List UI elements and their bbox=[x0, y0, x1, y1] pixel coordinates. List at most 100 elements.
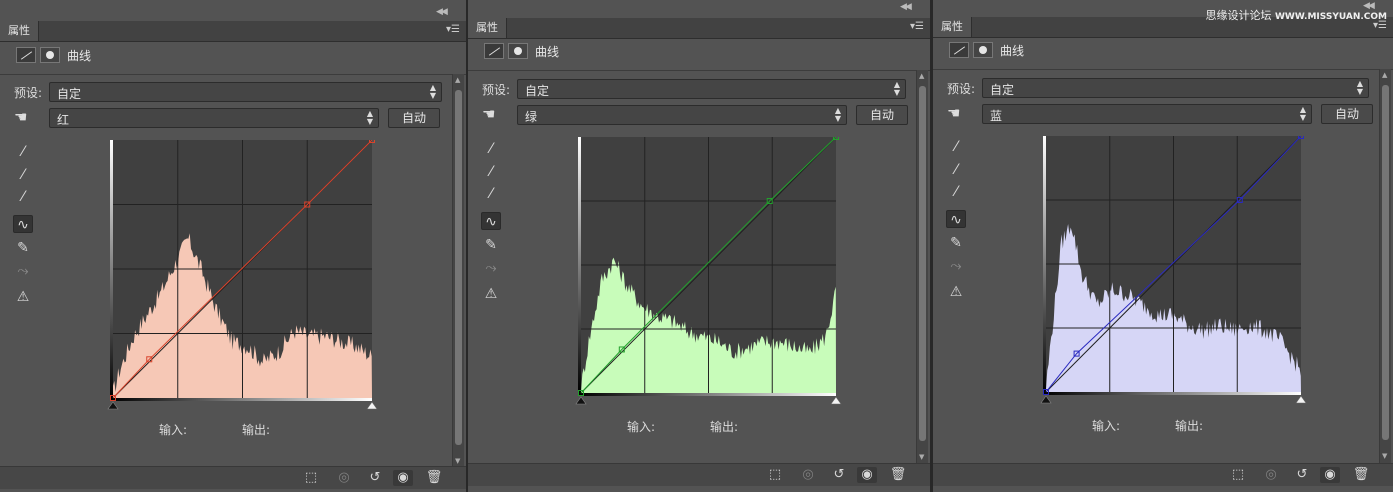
smooth-curve-icon[interactable]: ⤳ bbox=[481, 259, 501, 277]
scroll-up-arrow-icon[interactable]: ▲ bbox=[1382, 71, 1387, 79]
adjustment-title: 曲线 bbox=[1000, 44, 1025, 58]
scrollbar-thumb[interactable] bbox=[919, 86, 926, 441]
smooth-curve-icon[interactable]: ⤳ bbox=[13, 262, 33, 280]
white-point-eyedropper-icon[interactable]: ⁄ bbox=[946, 183, 966, 201]
mask-icon[interactable] bbox=[508, 43, 528, 59]
gray-point-eyedropper-icon[interactable]: ⁄ bbox=[481, 163, 501, 181]
targeted-adjustment-hand-icon[interactable]: ☚ bbox=[947, 104, 960, 122]
channel-dropdown[interactable]: 红 ▲ ▼ bbox=[49, 108, 379, 128]
edit-curve-points-icon[interactable]: ∿ bbox=[481, 212, 501, 230]
view-previous-state-icon[interactable]: ◎ bbox=[1261, 467, 1281, 483]
output-gradient-bar bbox=[110, 140, 113, 398]
header-divider bbox=[468, 70, 930, 71]
preset-dropdown[interactable]: 自定 ▲ ▼ bbox=[49, 82, 442, 102]
trash-icon[interactable]: 🗑 bbox=[424, 470, 444, 486]
visibility-eye-icon[interactable]: ◉ bbox=[857, 467, 877, 483]
auto-button[interactable]: 自动 bbox=[1321, 104, 1373, 124]
clip-to-layer-icon[interactable]: ⬚ bbox=[765, 467, 785, 483]
curves-icon[interactable] bbox=[484, 43, 504, 59]
input-label: 输入: bbox=[627, 420, 656, 434]
gray-point-eyedropper-icon[interactable]: ⁄ bbox=[13, 166, 33, 184]
black-point-eyedropper-icon[interactable]: ⁄ bbox=[13, 143, 33, 161]
black-point-slider[interactable] bbox=[575, 396, 587, 405]
curves-icon[interactable] bbox=[16, 47, 36, 63]
gray-point-eyedropper-icon[interactable]: ⁄ bbox=[946, 161, 966, 179]
mask-icon[interactable] bbox=[973, 42, 993, 58]
vertical-scrollbar[interactable]: ▲ ▼ bbox=[1379, 69, 1391, 464]
scroll-down-arrow-icon[interactable]: ▼ bbox=[455, 457, 460, 465]
white-point-slider[interactable] bbox=[366, 401, 378, 410]
watermark-site-name: 思缘设计论坛 bbox=[1205, 9, 1272, 22]
preset-dropdown[interactable]: 自定 ▲ ▼ bbox=[982, 78, 1369, 98]
scroll-down-arrow-icon[interactable]: ▼ bbox=[919, 453, 924, 461]
preset-label: 预设: bbox=[947, 82, 976, 96]
input-gradient-bar bbox=[111, 398, 372, 401]
curves-icon[interactable] bbox=[949, 42, 969, 58]
clip-to-layer-icon[interactable]: ⬚ bbox=[301, 470, 321, 486]
pencil-draw-icon[interactable]: ✎ bbox=[481, 236, 501, 254]
black-point-eyedropper-icon[interactable]: ⁄ bbox=[481, 140, 501, 158]
watermark-text: 思缘设计论坛 WWW.MISSYUAN.COM bbox=[1205, 7, 1387, 23]
vertical-scrollbar[interactable]: ▲ ▼ bbox=[452, 74, 464, 469]
scroll-down-arrow-icon[interactable]: ▼ bbox=[1382, 452, 1387, 460]
smooth-curve-icon[interactable]: ⤳ bbox=[946, 257, 966, 275]
scroll-up-arrow-icon[interactable]: ▲ bbox=[919, 72, 924, 80]
black-point-slider[interactable] bbox=[1040, 395, 1052, 404]
reset-icon[interactable]: ↺ bbox=[829, 467, 849, 483]
black-point-slider[interactable] bbox=[107, 401, 119, 410]
view-previous-state-icon[interactable]: ◎ bbox=[798, 467, 818, 483]
auto-button[interactable]: 自动 bbox=[856, 105, 908, 125]
scrollbar-thumb[interactable] bbox=[455, 90, 462, 445]
view-previous-state-icon[interactable]: ◎ bbox=[334, 470, 354, 486]
mask-icon[interactable] bbox=[40, 47, 60, 63]
edit-curve-points-icon[interactable]: ∿ bbox=[13, 215, 33, 233]
preset-value: 自定 bbox=[525, 84, 550, 98]
tab-properties[interactable]: 属性 bbox=[468, 18, 507, 38]
collapse-panel-icon[interactable]: ◀◀ bbox=[436, 7, 448, 17]
white-point-eyedropper-icon[interactable]: ⁄ bbox=[481, 185, 501, 203]
chevron-updown-icon: ▲ ▼ bbox=[834, 106, 841, 123]
output-label: 输出: bbox=[1175, 419, 1204, 433]
clip-to-layer-icon[interactable]: ⬚ bbox=[1228, 467, 1248, 483]
collapse-panel-icon[interactable]: ◀◀ bbox=[900, 2, 912, 12]
scrollbar-thumb[interactable] bbox=[1382, 85, 1389, 440]
input-label: 输入: bbox=[159, 423, 188, 437]
auto-button[interactable]: 自动 bbox=[388, 108, 440, 128]
trash-icon[interactable]: 🗑 bbox=[1351, 467, 1371, 483]
panel-tab-bar: 属性 ▾☰ bbox=[468, 18, 930, 39]
panel-menu-icon[interactable]: ▾☰ bbox=[446, 24, 460, 35]
white-point-slider[interactable] bbox=[1295, 395, 1307, 404]
reset-icon[interactable]: ↺ bbox=[365, 470, 385, 486]
curves-graph[interactable] bbox=[107, 140, 378, 414]
curves-properties-panel: ◀◀ 属性 ▾☰ 曲线 预设: 自定 ▲ ▼ ☚ 红 ▲ ▼ 自动 ⁄ ⁄ ⁄ ∿ ✎ ⤳ ⚠ 输入: 输出: ▲ ▼ ⬚ ◎ ↺ ◉… bbox=[0, 0, 466, 492]
tab-properties[interactable]: 属性 bbox=[0, 21, 39, 41]
targeted-adjustment-hand-icon[interactable]: ☚ bbox=[14, 108, 27, 126]
output-label: 输出: bbox=[242, 423, 271, 437]
visibility-eye-icon[interactable]: ◉ bbox=[393, 470, 413, 486]
tab-properties[interactable]: 属性 bbox=[933, 17, 972, 37]
chevron-updown-icon: ▲ ▼ bbox=[429, 83, 436, 100]
curves-graph[interactable] bbox=[575, 137, 842, 409]
pencil-draw-icon[interactable]: ✎ bbox=[946, 234, 966, 252]
preset-dropdown[interactable]: 自定 ▲ ▼ bbox=[517, 79, 906, 99]
channel-dropdown[interactable]: 蓝 ▲ ▼ bbox=[982, 104, 1312, 124]
edit-curve-points-icon[interactable]: ∿ bbox=[946, 210, 966, 228]
curves-graph[interactable] bbox=[1040, 136, 1307, 408]
clipping-warning-icon[interactable]: ⚠ bbox=[481, 285, 501, 303]
panel-menu-icon[interactable]: ▾☰ bbox=[910, 21, 924, 32]
black-point-eyedropper-icon[interactable]: ⁄ bbox=[946, 138, 966, 156]
white-point-eyedropper-icon[interactable]: ⁄ bbox=[13, 188, 33, 206]
pencil-draw-icon[interactable]: ✎ bbox=[13, 239, 33, 257]
vertical-scrollbar[interactable]: ▲ ▼ bbox=[916, 70, 928, 465]
channel-value: 绿 bbox=[525, 110, 538, 124]
visibility-eye-icon[interactable]: ◉ bbox=[1320, 467, 1340, 483]
white-point-slider[interactable] bbox=[830, 396, 842, 405]
reset-icon[interactable]: ↺ bbox=[1292, 467, 1312, 483]
clipping-warning-icon[interactable]: ⚠ bbox=[946, 283, 966, 301]
channel-dropdown[interactable]: 绿 ▲ ▼ bbox=[517, 105, 847, 125]
clipping-warning-icon[interactable]: ⚠ bbox=[13, 288, 33, 306]
scroll-up-arrow-icon[interactable]: ▲ bbox=[455, 76, 460, 84]
channel-value: 红 bbox=[57, 113, 70, 127]
targeted-adjustment-hand-icon[interactable]: ☚ bbox=[482, 105, 495, 123]
trash-icon[interactable]: 🗑 bbox=[888, 467, 908, 483]
